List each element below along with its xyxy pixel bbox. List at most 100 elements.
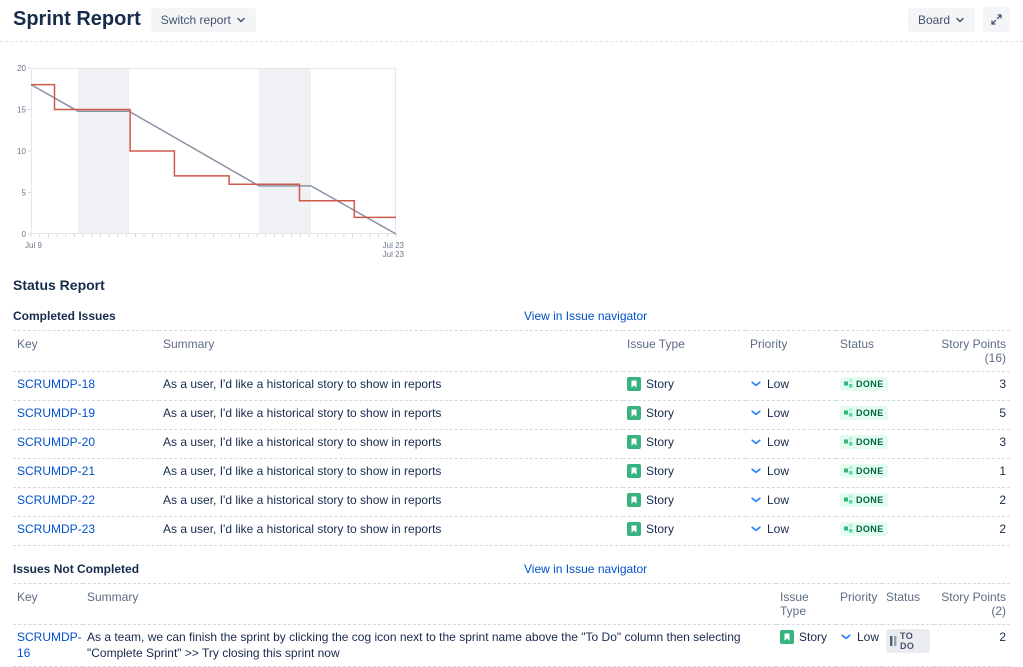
table-row: SCRUMDP-19 As a user, I'd like a historic… (13, 401, 1010, 430)
issue-type-cell: Story (627, 463, 674, 479)
column-header-summary: Summary (159, 331, 623, 372)
board-button[interactable]: Board (908, 8, 975, 32)
story-points-cell: 1 (926, 459, 1010, 488)
story-icon (627, 464, 641, 478)
priority-cell: Low (750, 492, 789, 508)
status-lozenge: DONE (840, 406, 888, 420)
issue-summary: As a user, I'd like a historical story t… (159, 372, 623, 401)
completed-issues-table: Key Summary Issue Type Priority Status S… (13, 330, 1010, 546)
column-header-issue-type: Issue Type (776, 584, 836, 625)
status-label: DONE (856, 466, 884, 476)
column-header-status: Status (836, 331, 926, 372)
issue-type-label: Story (799, 629, 827, 645)
issue-summary: As a team, we can finish the sprint by c… (83, 625, 776, 667)
priority-label: Low (767, 492, 789, 508)
y-axis-tick-label: 10 (17, 147, 26, 156)
issue-key-link[interactable]: SCRUMDP-20 (17, 435, 95, 449)
priority-cell: Low (750, 376, 789, 392)
priority-cell: Low (750, 434, 789, 450)
issue-summary: As a user, I'd like a historical story t… (159, 517, 623, 546)
story-points-cell: 2 (926, 517, 1010, 546)
view-in-issue-navigator-link[interactable]: View in Issue navigator (524, 309, 647, 323)
chevron-down-icon (236, 15, 246, 25)
priority-label: Low (767, 521, 789, 537)
y-axis-tick-label: 0 (22, 230, 27, 239)
table-header-row: Key Summary Issue Type Priority Status S… (13, 331, 1010, 372)
issue-summary: As a user, I'd like a historical story t… (159, 401, 623, 430)
issue-key-link[interactable]: SCRUMDP-19 (17, 406, 95, 420)
priority-low-icon (750, 436, 762, 448)
page-header: Sprint Report Switch report Board (13, 0, 1010, 32)
status-lozenge: DONE (840, 377, 888, 391)
issue-type-cell: Story (780, 629, 827, 645)
chevron-down-icon (955, 15, 965, 25)
section-title: Completed Issues (13, 309, 524, 323)
issue-type-label: Story (646, 405, 674, 421)
x-axis-start-label: Jul 9 (25, 241, 42, 250)
expand-button[interactable] (983, 7, 1010, 32)
issue-key-link[interactable]: SCRUMDP-21 (17, 464, 95, 478)
issue-summary: As a user, I'd like a historical story t… (159, 459, 623, 488)
column-header-issue-type: Issue Type (623, 331, 746, 372)
switch-report-button[interactable]: Switch report (151, 8, 256, 32)
status-label: DONE (856, 408, 884, 418)
issue-type-label: Story (646, 434, 674, 450)
issue-type-label: Story (646, 492, 674, 508)
priority-low-icon (750, 523, 762, 535)
y-axis-tick-label: 5 (22, 189, 27, 198)
status-label: DONE (856, 524, 884, 534)
issues-not-completed-section: Issues Not Completed View in Issue navig… (13, 562, 1010, 667)
status-done-icon (844, 524, 853, 533)
expand-icon (990, 13, 1003, 26)
status-lozenge: DONE (840, 522, 888, 536)
story-points-cell: 5 (926, 401, 1010, 430)
issue-type-cell: Story (627, 405, 674, 421)
story-points-cell: 3 (926, 372, 1010, 401)
priority-low-icon (750, 407, 762, 419)
status-lozenge: TO DO (886, 629, 930, 653)
priority-low-icon (840, 631, 852, 643)
priority-label: Low (767, 463, 789, 479)
issue-key-link[interactable]: SCRUMDP-16 (17, 630, 82, 660)
issue-summary: As a user, I'd like a historical story t… (159, 430, 623, 459)
priority-label: Low (857, 629, 879, 645)
story-icon (627, 493, 641, 507)
issue-type-label: Story (646, 463, 674, 479)
priority-cell: Low (750, 405, 789, 421)
priority-cell: Low (750, 463, 789, 479)
story-points-cell: 3 (926, 430, 1010, 459)
table-row: SCRUMDP-16As a team, we can finish the s… (13, 625, 1010, 667)
status-label: DONE (856, 379, 884, 389)
column-header-story-points: Story Points (16) (926, 331, 1010, 372)
issue-key-link[interactable]: SCRUMDP-22 (17, 493, 95, 507)
story-icon (627, 377, 641, 391)
issue-key-link[interactable]: SCRUMDP-18 (17, 377, 95, 391)
priority-cell: Low (750, 521, 789, 537)
status-report-heading: Status Report (13, 277, 1010, 293)
view-in-issue-navigator-link[interactable]: View in Issue navigator (524, 562, 647, 576)
status-label: TO DO (900, 631, 926, 651)
status-done-icon (844, 495, 853, 504)
issue-type-label: Story (646, 376, 674, 392)
issue-type-cell: Story (627, 434, 674, 450)
y-axis-tick-label: 15 (17, 106, 26, 115)
column-header-story-points: Story Points (2) (934, 584, 1010, 625)
burndown-chart-svg: 05101520Jul 9Jul 23Jul 23 (15, 60, 411, 260)
issues-not-completed-rows: SCRUMDP-16As a team, we can finish the s… (13, 625, 1010, 667)
completed-issues-section: Completed Issues View in Issue navigator… (13, 309, 1010, 546)
story-points-cell: 2 (934, 625, 1010, 667)
priority-cell: Low (840, 629, 879, 645)
issue-type-cell: Story (627, 521, 674, 537)
priority-low-icon (750, 494, 762, 506)
issue-key-link[interactable]: SCRUMDP-23 (17, 522, 95, 536)
section-title: Issues Not Completed (13, 562, 524, 576)
status-done-icon (844, 437, 853, 446)
column-header-status: Status (882, 584, 934, 625)
table-header-row: Key Summary Issue Type Priority Status S… (13, 584, 1010, 625)
priority-low-icon (750, 378, 762, 390)
status-label: DONE (856, 495, 884, 505)
page-title: Sprint Report (13, 8, 141, 31)
issue-summary: As a user, I'd like a historical story t… (159, 488, 623, 517)
y-axis-tick-label: 20 (17, 64, 26, 73)
weekend-band (78, 68, 129, 234)
